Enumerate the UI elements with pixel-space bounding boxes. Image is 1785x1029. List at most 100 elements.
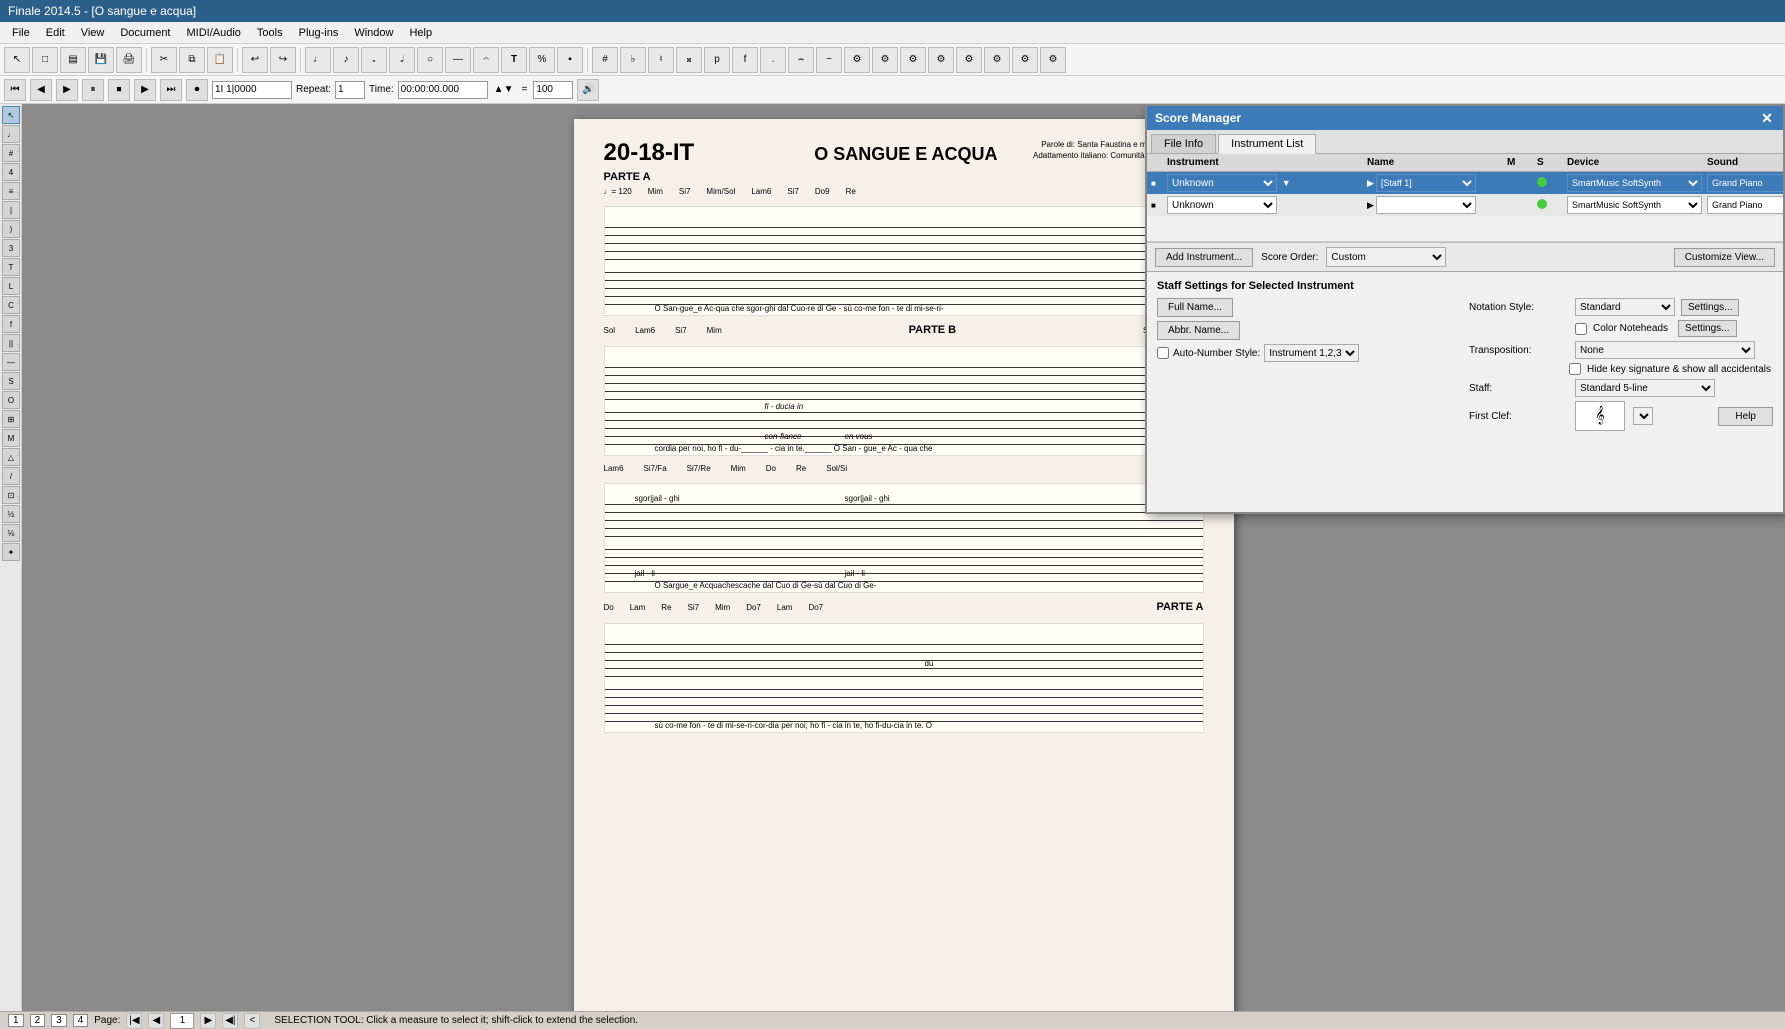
tool-note5[interactable]: ○	[417, 47, 443, 73]
pb-prev[interactable]: ◀	[30, 79, 52, 101]
sm-transposition-select[interactable]: None Bb Clarinet Eb Alto Sax	[1575, 341, 1755, 359]
tool-dynamic2[interactable]: f	[732, 47, 758, 73]
tool-accidental1[interactable]: #	[592, 47, 618, 73]
tool-repeat[interactable]: ||	[2, 334, 20, 352]
row1-device-select[interactable]: SmartMusic SoftSynth	[1567, 174, 1702, 192]
sm-notation-style-select[interactable]: Standard Percussion Tab	[1575, 298, 1675, 316]
tool-more3[interactable]: ⚙	[900, 47, 926, 73]
sm-help-btn[interactable]: Help	[1718, 407, 1773, 426]
tool-slur[interactable]: ⌢	[788, 47, 814, 73]
menu-plugins[interactable]: Plug-ins	[291, 25, 347, 41]
tool-note4[interactable]: 𝅗𝅥	[389, 47, 415, 73]
pb-record[interactable]: ⏺	[186, 79, 208, 101]
row2-instrument-select[interactable]: Unknown	[1167, 196, 1277, 214]
tool-ossia[interactable]: O	[2, 391, 20, 409]
sm-staff-select[interactable]: Standard 5-line Percussion Tab	[1575, 379, 1715, 397]
row2-sound-select[interactable]: Grand Piano	[1707, 196, 1783, 214]
page-first-btn[interactable]: |◀	[126, 1013, 142, 1029]
menu-midi-audio[interactable]: MIDI/Audio	[179, 25, 249, 41]
pb-volume[interactable]	[533, 81, 573, 99]
pb-play[interactable]: ▶	[56, 79, 78, 101]
tool-more1[interactable]: ⚙	[844, 47, 870, 73]
tool-paste[interactable]: 📋	[207, 47, 233, 73]
tool-expr[interactable]: f	[2, 315, 20, 333]
tool-box[interactable]: ▪	[557, 47, 583, 73]
tool-rest[interactable]: —	[445, 47, 471, 73]
sm-auto-number-select[interactable]: Instrument 1,2,3 Staff 1,2,3	[1264, 344, 1359, 362]
pb-position[interactable]	[212, 81, 292, 99]
tool-cut[interactable]: ✂	[151, 47, 177, 73]
tool-save[interactable]: 💾	[88, 47, 114, 73]
menu-view[interactable]: View	[73, 25, 113, 41]
tool-more5[interactable]: ⚙	[956, 47, 982, 73]
sm-clef-select[interactable]: ▼	[1633, 407, 1653, 425]
tool-articulation[interactable]: .	[760, 47, 786, 73]
sm-abbr-name-btn[interactable]: Abbr. Name...	[1157, 321, 1240, 340]
tool-accidental2[interactable]: ♭	[620, 47, 646, 73]
page-expand-btn[interactable]: <	[244, 1013, 260, 1029]
sm-tab-fileinfo[interactable]: File Info	[1151, 134, 1216, 153]
tool-clef[interactable]: ♩	[2, 125, 20, 143]
sm-color-settings-btn[interactable]: Settings...	[1678, 320, 1736, 337]
sm-close-button[interactable]: ✕	[1759, 110, 1775, 126]
sm-notation-settings-btn[interactable]: Settings...	[1681, 299, 1739, 316]
tool-note3[interactable]: 𝅗	[361, 47, 387, 73]
tool-selection[interactable]: ↖	[2, 106, 20, 124]
tool-dynamic1[interactable]: p	[704, 47, 730, 73]
page-next-btn[interactable]: ▶	[200, 1013, 216, 1029]
tool-copy[interactable]: ⧉	[179, 47, 205, 73]
pb-time-value[interactable]	[398, 81, 488, 99]
pb-next[interactable]: ▶	[134, 79, 156, 101]
tool-frame[interactable]: ⊡	[2, 486, 20, 504]
sm-auto-number-checkbox[interactable]	[1157, 347, 1169, 359]
row2-device-select[interactable]: SmartMusic SoftSynth	[1567, 196, 1702, 214]
page-prev-btn[interactable]: ◀	[148, 1013, 164, 1029]
sm-hide-key-checkbox[interactable]	[1569, 363, 1581, 375]
pb-repeat-value[interactable]	[335, 81, 365, 99]
tool-key[interactable]: #	[2, 144, 20, 162]
tool-measure[interactable]: |	[2, 201, 20, 219]
tool-undo[interactable]: ↩	[242, 47, 268, 73]
sm-customize-view-btn[interactable]: Customize View...	[1674, 248, 1775, 267]
row2-expand-arrow[interactable]: ▶	[1367, 200, 1374, 211]
pb-speaker[interactable]: 🔊	[577, 79, 599, 101]
tool-caret[interactable]: 𝄐	[473, 47, 499, 73]
tool-shape[interactable]: △	[2, 448, 20, 466]
tool-redo[interactable]: ↪	[270, 47, 296, 73]
tool-tuplet[interactable]: 3	[2, 239, 20, 257]
tool-mass[interactable]: M	[2, 429, 20, 447]
row2-name-select[interactable]	[1376, 196, 1476, 214]
page-last-btn[interactable]: ◀|	[222, 1013, 238, 1029]
pb-pause[interactable]: ⏸	[82, 79, 104, 101]
menu-window[interactable]: Window	[346, 25, 401, 41]
tool-staff[interactable]: ≡	[2, 182, 20, 200]
table-row[interactable]: ■ Unknown ▼ ▶ [Staff 1]	[1147, 172, 1783, 194]
table-row[interactable]: ■ Unknown ▶	[1147, 194, 1783, 216]
tool-open[interactable]: ▤	[60, 47, 86, 73]
tool-custom[interactable]: ✦	[2, 543, 20, 561]
tool-slash[interactable]: /	[2, 467, 20, 485]
tool-arrow[interactable]: ↖	[4, 47, 30, 73]
tool-more2[interactable]: ⚙	[872, 47, 898, 73]
tool-print[interactable]: 🖨	[116, 47, 142, 73]
tool-more6[interactable]: ⚙	[984, 47, 1010, 73]
sm-score-order-select[interactable]: Custom Orchestral Band	[1326, 247, 1446, 267]
page-input[interactable]	[170, 1013, 194, 1029]
menu-help[interactable]: Help	[401, 25, 440, 41]
menu-file[interactable]: File	[4, 25, 38, 41]
tool-smart[interactable]: S	[2, 372, 20, 390]
tool-text[interactable]: T	[2, 258, 20, 276]
sm-tab-instrumentlist[interactable]: Instrument List	[1218, 134, 1316, 154]
score-area[interactable]: 20-18-IT O SANGUE E ACQUA Parole di: San…	[22, 104, 1785, 1011]
tool-half[interactable]: ½	[2, 505, 20, 523]
tool-note1[interactable]: ♩	[305, 47, 331, 73]
tool-line[interactable]: —	[2, 353, 20, 371]
row1-instrument-select[interactable]: Unknown	[1167, 174, 1277, 192]
tool-accidental3[interactable]: ♮	[648, 47, 674, 73]
tool-new[interactable]: □	[32, 47, 58, 73]
tool-eighth[interactable]: ⅛	[2, 524, 20, 542]
menu-tools[interactable]: Tools	[249, 25, 291, 41]
sm-color-noteheads-checkbox[interactable]	[1575, 323, 1587, 335]
pb-forward[interactable]: ⏭	[160, 79, 182, 101]
pb-stop[interactable]: ⏹	[108, 79, 130, 101]
